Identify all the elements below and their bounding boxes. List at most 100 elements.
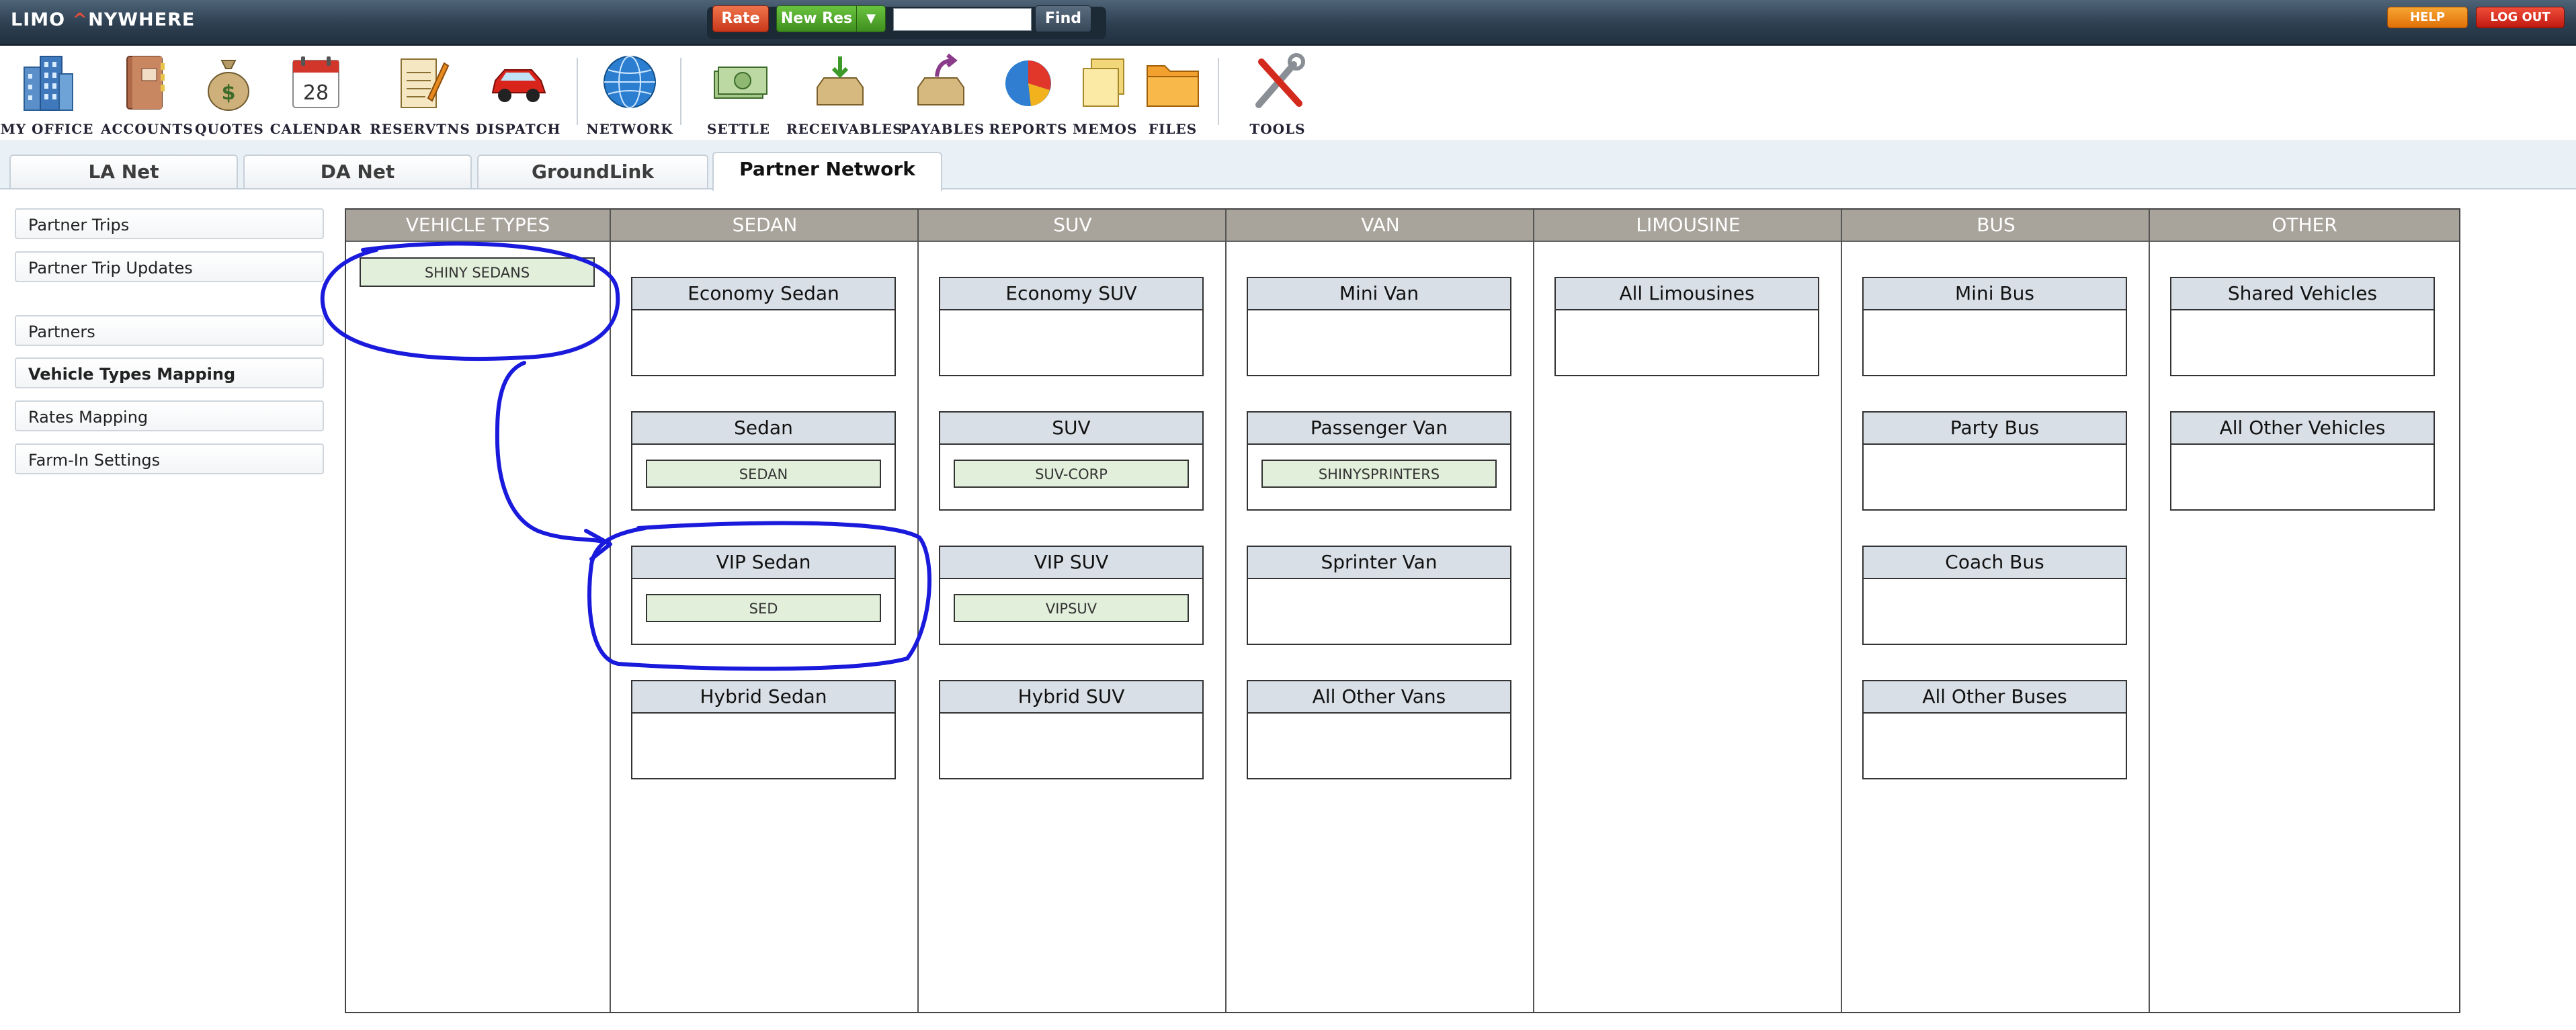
top-bar: LIMO ^NYWHERE Rate New Res ▼ Find HELP L… — [0, 0, 2576, 46]
slot-title: VIP Sedan — [632, 547, 895, 579]
slot-title: Mini Van — [1248, 278, 1510, 310]
toolbar-label: TOOLS — [1249, 121, 1306, 137]
category-slot[interactable]: All Other Buses — [1862, 680, 2127, 779]
category-slot[interactable]: All Other Vans — [1247, 680, 1511, 779]
logout-button[interactable]: LOG OUT — [2476, 7, 2565, 28]
toolbar-my-office[interactable]: MY OFFICE — [0, 51, 94, 137]
slot-title: Coach Bus — [1864, 547, 2126, 579]
slot-title: Hybrid SUV — [940, 681, 1202, 714]
tab-partner-network[interactable]: Partner Network — [712, 152, 942, 191]
toolbar-label: ACCOUNTS — [101, 121, 194, 137]
find-input[interactable] — [893, 8, 1032, 31]
cash-icon — [714, 67, 767, 99]
nav-partner-trips[interactable]: Partner Trips — [15, 208, 324, 239]
mapped-vehicle-chip[interactable]: VIPSUV — [954, 594, 1189, 622]
column-header: VAN — [1227, 210, 1534, 242]
rate-button[interactable]: Rate — [712, 5, 769, 32]
address-book-icon — [126, 56, 165, 110]
toolbar-network[interactable]: NETWORK — [586, 51, 673, 137]
new-reservation-button[interactable]: New Res — [776, 5, 857, 32]
category-slot[interactable]: Passenger Van SHINYSPRINTERS — [1247, 411, 1511, 511]
new-reservation-dropdown[interactable]: ▼ — [856, 5, 886, 32]
slot-title: Sprinter Van — [1248, 547, 1510, 579]
toolbar-settle[interactable]: SETTLE — [698, 51, 780, 137]
nav-partners[interactable]: Partners — [15, 315, 324, 346]
toolbar-label: REPORTS — [989, 121, 1068, 137]
toolbar-files[interactable]: FILES — [1142, 51, 1203, 137]
limousine-column: LIMOUSINE All Limousines — [1533, 210, 1842, 1012]
column-header: LIMOUSINE — [1534, 210, 1842, 242]
mapped-vehicle-chip[interactable]: SHINYSPRINTERS — [1261, 460, 1497, 488]
toolbar-label: QUOTES — [195, 121, 264, 137]
slot-title: All Other Buses — [1864, 681, 2126, 714]
toolbar-payables[interactable]: PAYABLES — [901, 51, 984, 137]
toolbar-dispatch[interactable]: DISPATCH — [474, 51, 562, 137]
category-slot[interactable]: VIP Sedan SED — [631, 546, 896, 645]
notepad-icon — [401, 58, 450, 108]
sedan-column: SEDAN Economy Sedan Sedan SEDAN VIP Seda… — [610, 210, 919, 1012]
category-slot[interactable]: Party Bus — [1862, 411, 2127, 511]
logo-text: LIMO — [11, 9, 73, 30]
nav-rates-mapping[interactable]: Rates Mapping — [15, 400, 324, 431]
slot-title: SUV — [940, 413, 1202, 445]
bus-column: BUS Mini Bus Party Bus Coach Bus All Oth… — [1841, 210, 2150, 1012]
category-slot[interactable]: Economy SUV — [939, 277, 1204, 376]
suv-column: SUV Economy SUV SUV SUV-CORP VIP SUV VIP… — [917, 210, 1227, 1012]
column-header: BUS — [1842, 210, 2150, 242]
column-header: OTHER — [2150, 210, 2459, 242]
tab-groundlink[interactable]: GroundLink — [477, 155, 708, 188]
tab-strip: LA Net DA Net GroundLink Partner Network — [0, 141, 2576, 191]
toolbar-calendar[interactable]: 28 CALENDAR — [269, 51, 363, 137]
category-slot[interactable]: All Limousines — [1554, 277, 1819, 376]
toolbar-label: NETWORK — [586, 121, 673, 137]
category-slot[interactable]: Coach Bus — [1862, 546, 2127, 645]
slot-title: All Other Vehicles — [2171, 413, 2434, 445]
nav-vehicle-types-mapping[interactable]: Vehicle Types Mapping — [15, 357, 324, 388]
category-slot[interactable]: Shared Vehicles — [2170, 277, 2435, 376]
logo-text: NYWHERE — [88, 9, 196, 30]
mapped-vehicle-chip[interactable]: SED — [646, 594, 881, 622]
category-slot[interactable]: Sprinter Van — [1247, 546, 1511, 645]
toolbar-separator — [680, 58, 681, 125]
toolbar-label: SETTLE — [706, 121, 771, 137]
category-slot[interactable]: Mini Bus — [1862, 277, 2127, 376]
slot-title: Passenger Van — [1248, 413, 1510, 445]
help-button[interactable]: HELP — [2387, 7, 2468, 28]
category-slot[interactable]: All Other Vehicles — [2170, 411, 2435, 511]
toolbar-label: MY OFFICE — [0, 121, 94, 137]
tab-da-net[interactable]: DA Net — [243, 155, 472, 188]
app-logo[interactable]: LIMO ^NYWHERE — [11, 9, 195, 30]
toolbar-tools[interactable]: TOOLS — [1235, 51, 1320, 137]
office-building-icon — [24, 56, 73, 111]
slot-title: VIP SUV — [940, 547, 1202, 579]
category-slot[interactable]: Hybrid SUV — [939, 680, 1204, 779]
tab-la-net[interactable]: LA Net — [9, 155, 238, 188]
toolbar-reports[interactable]: REPORTS — [988, 51, 1069, 137]
nav-farm-in-settings[interactable]: Farm-In Settings — [15, 443, 324, 474]
toolbar-label: FILES — [1148, 121, 1198, 137]
mapped-vehicle-chip[interactable]: SUV-CORP — [954, 460, 1189, 488]
toolbar-receivables[interactable]: RECEIVABLES — [786, 51, 903, 137]
nav-partner-trip-updates[interactable]: Partner Trip Updates — [15, 251, 324, 282]
logo-caret: ^ — [72, 9, 89, 30]
pie-chart-icon — [1005, 60, 1051, 106]
toolbar-reservations[interactable]: RESERVTNS — [370, 51, 470, 137]
category-slot[interactable]: Economy Sedan — [631, 277, 896, 376]
toolbar-label: RECEIVABLES — [786, 121, 903, 137]
toolbar-label: RESERVTNS — [370, 121, 470, 137]
toolbar-accounts[interactable]: ACCOUNTS — [101, 51, 194, 137]
category-slot[interactable]: Sedan SEDAN — [631, 411, 896, 511]
svg-text:$: $ — [222, 81, 236, 105]
tools-icon — [1255, 53, 1305, 108]
category-slot[interactable]: Mini Van — [1247, 277, 1511, 376]
find-button[interactable]: Find — [1035, 5, 1091, 32]
mapped-vehicle-chip[interactable]: SEDAN — [646, 460, 881, 488]
toolbar-quotes[interactable]: $ QUOTES — [195, 51, 264, 137]
column-header: SUV — [919, 210, 1227, 242]
vehicle-type-chip[interactable]: SHINY SEDANS — [360, 257, 595, 287]
category-slot[interactable]: VIP SUV VIPSUV — [939, 546, 1204, 645]
category-slot[interactable]: SUV SUV-CORP — [939, 411, 1204, 511]
toolbar-memos[interactable]: MEMOS — [1073, 51, 1136, 137]
sticky-notes-icon — [1083, 58, 1124, 107]
category-slot[interactable]: Hybrid Sedan — [631, 680, 896, 779]
